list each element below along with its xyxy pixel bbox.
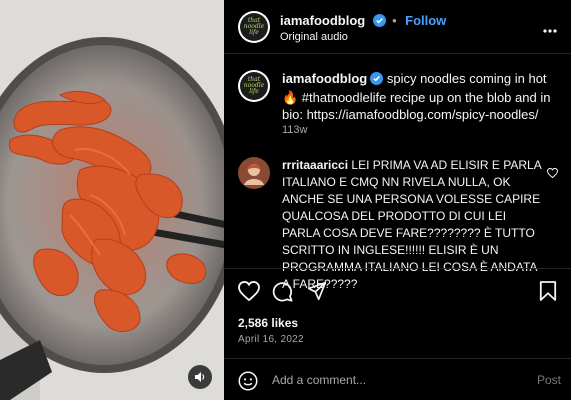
bookmark-icon[interactable] — [539, 281, 557, 306]
commenter-username[interactable]: rrritaaaricci — [282, 158, 348, 172]
noodles-pan-image — [0, 0, 224, 400]
emoji-smiley-icon[interactable] — [238, 371, 258, 396]
commenter-avatar[interactable] — [238, 157, 270, 189]
caption-text: iamafoodblog spicy noodles coming in hot… — [282, 70, 558, 123]
heart-icon[interactable] — [238, 280, 260, 306]
caption-timestamp[interactable]: 113w — [282, 124, 307, 136]
comment-input[interactable] — [272, 369, 522, 391]
paper-plane-icon[interactable] — [307, 281, 327, 306]
author-username[interactable]: iamafoodblog — [280, 13, 365, 28]
like-count[interactable]: 2,586 likes — [238, 316, 298, 330]
comment-like-heart-icon[interactable] — [546, 165, 559, 183]
more-options-icon[interactable] — [543, 20, 557, 38]
post-details-panel: that noodle life iamafoodblog • Follow Ori… — [224, 0, 571, 400]
verified-badge-icon — [372, 14, 386, 32]
add-comment-bar: Post — [224, 358, 571, 400]
caption-username[interactable]: iamafoodblog — [282, 71, 367, 86]
caption-avatar[interactable]: that noodle life — [238, 70, 270, 102]
speaker-icon — [194, 371, 206, 383]
post-header: that noodle life iamafoodblog • Follow Ori… — [224, 0, 571, 54]
header-title-row: iamafoodblog • Follow — [280, 12, 446, 32]
verified-badge-icon — [370, 72, 384, 89]
separator-dot: • — [392, 13, 397, 28]
post-video[interactable] — [0, 0, 224, 400]
audio-link[interactable]: Original audio — [280, 31, 348, 43]
mute-button[interactable] — [188, 365, 212, 389]
author-avatar[interactable]: that noodle life — [238, 11, 270, 43]
post-actions-bar — [224, 268, 571, 314]
follow-button[interactable]: Follow — [405, 13, 446, 28]
post-date: April 16, 2022 — [238, 334, 304, 345]
post-comment-button[interactable]: Post — [537, 373, 561, 387]
comment-bubble-icon[interactable] — [272, 281, 293, 307]
